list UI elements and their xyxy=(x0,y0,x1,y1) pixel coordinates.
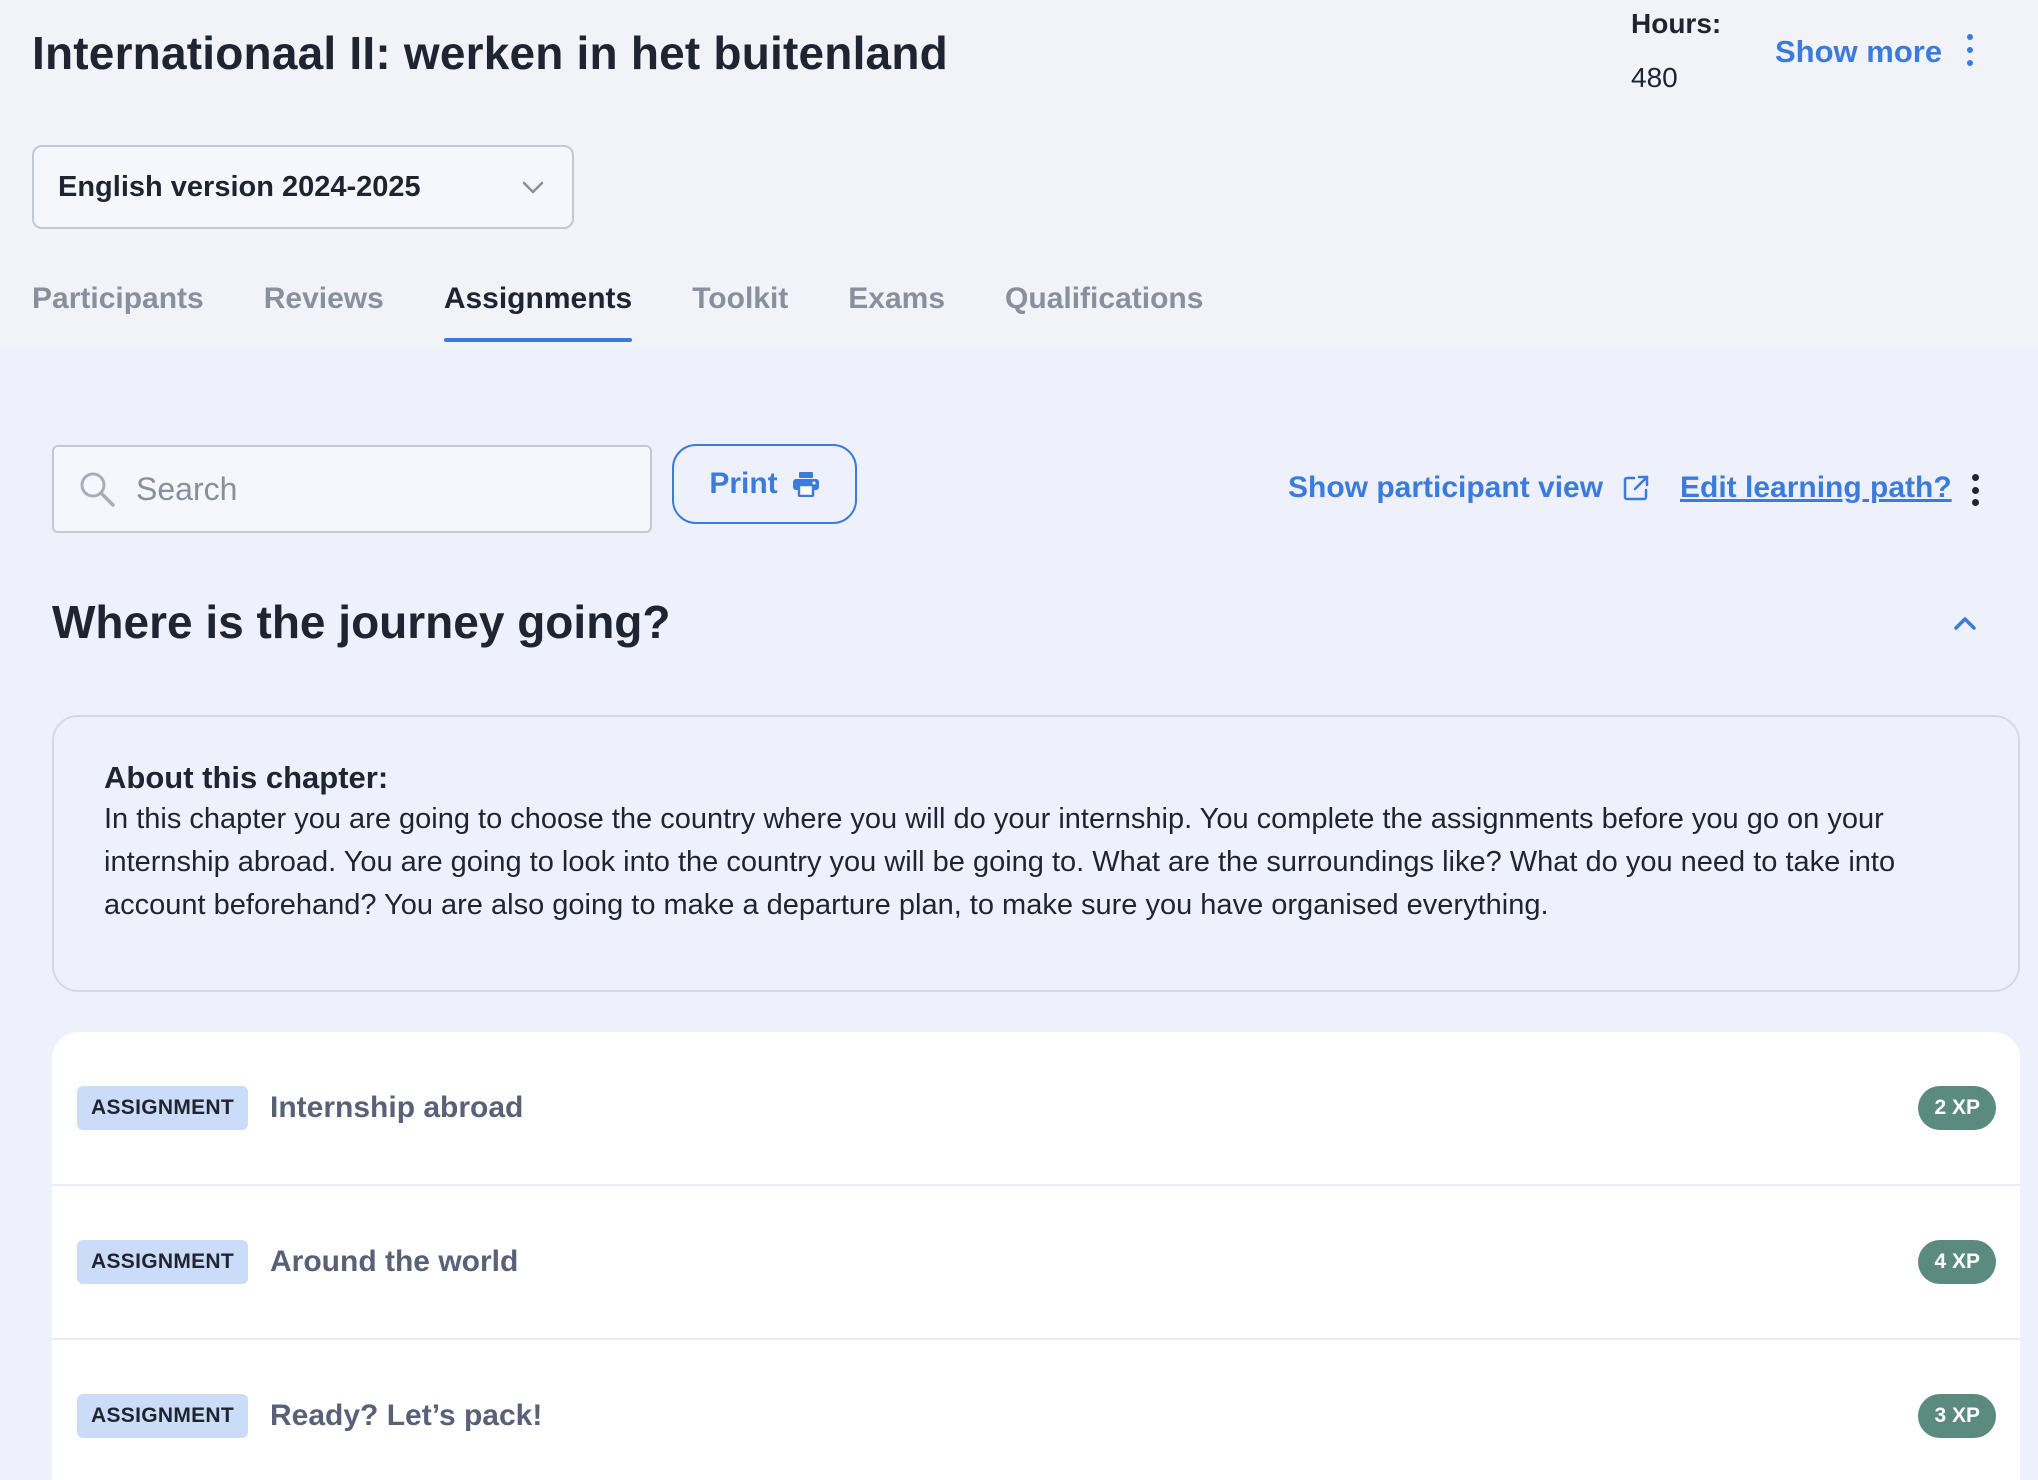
version-select-value: English version 2024-2025 xyxy=(58,170,421,203)
hours-value: 480 xyxy=(1631,62,1678,93)
external-link-icon xyxy=(1623,475,1649,501)
edit-learning-path-link[interactable]: Edit learning path? xyxy=(1680,471,1952,505)
chevron-up-icon[interactable] xyxy=(1948,606,1982,640)
tab-exams[interactable]: Exams xyxy=(848,282,945,342)
tab-toolkit[interactable]: Toolkit xyxy=(692,282,788,342)
participant-view-label: Show participant view xyxy=(1288,471,1604,504)
assignment-row[interactable]: ASSIGNMENT Ready? Let’s pack! 3 XP xyxy=(52,1340,2020,1480)
print-button-label: Print xyxy=(709,467,778,500)
chevron-down-icon xyxy=(522,181,544,194)
page-title: Internationaal II: werken in het buitenl… xyxy=(32,27,948,79)
xp-badge: 4 XP xyxy=(1918,1240,1996,1284)
assignment-title: Ready? Let’s pack! xyxy=(270,1399,543,1432)
more-options-icon[interactable] xyxy=(1958,30,1982,70)
xp-badge: 3 XP xyxy=(1918,1394,1996,1438)
about-heading: About this chapter: xyxy=(104,760,389,795)
assignment-list: ASSIGNMENT Internship abroad 2 XP ASSIGN… xyxy=(52,1032,2020,1480)
assignment-type-badge: ASSIGNMENT xyxy=(77,1086,249,1130)
assignment-type-badge: ASSIGNMENT xyxy=(77,1240,249,1284)
tab-bar: Participants Reviews Assignments Toolkit… xyxy=(32,282,1263,342)
assignment-row[interactable]: ASSIGNMENT Around the world 4 XP xyxy=(52,1186,2020,1340)
tab-participants[interactable]: Participants xyxy=(32,282,204,342)
search-field[interactable] xyxy=(52,445,652,533)
chapter-about-box: About this chapter: In this chapter you … xyxy=(52,715,2020,992)
show-participant-view-link[interactable]: Show participant view xyxy=(1288,471,1649,505)
about-text: In this chapter you are going to choose … xyxy=(104,803,1896,922)
tab-assignments[interactable]: Assignments xyxy=(443,282,633,342)
version-select[interactable]: English version 2024-2025 xyxy=(32,145,574,229)
tab-reviews[interactable]: Reviews xyxy=(264,282,384,342)
page-header: Internationaal II: werken in het buitenl… xyxy=(0,0,2038,348)
assignment-row[interactable]: ASSIGNMENT Internship abroad 2 XP xyxy=(52,1032,2020,1186)
assignment-title: Around the world xyxy=(270,1245,519,1278)
search-input[interactable] xyxy=(136,470,616,508)
printer-icon xyxy=(792,472,819,497)
assignment-title: Internship abroad xyxy=(270,1091,524,1124)
page: Internationaal II: werken in het buitenl… xyxy=(0,0,2038,1480)
tab-qualifications[interactable]: Qualifications xyxy=(1005,282,1203,342)
xp-badge: 2 XP xyxy=(1918,1086,1996,1130)
assignment-type-badge: ASSIGNMENT xyxy=(77,1394,249,1438)
chapter-title: Where is the journey going? xyxy=(52,596,671,648)
show-more-link[interactable]: Show more xyxy=(1775,34,1942,70)
toolbar-more-options-icon[interactable] xyxy=(1965,472,1985,508)
search-icon xyxy=(80,472,115,507)
print-button[interactable]: Print xyxy=(672,444,857,524)
hours-label: Hours: xyxy=(1631,8,1722,39)
